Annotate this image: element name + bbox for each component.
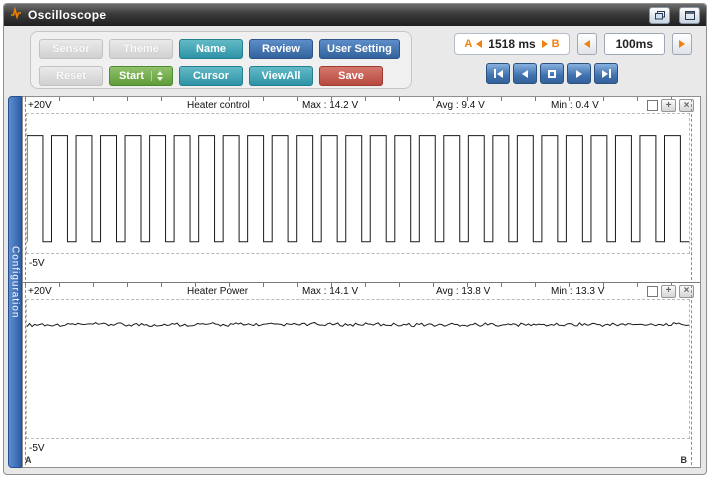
next-icon	[576, 69, 582, 78]
viewall-button[interactable]: ViewAll	[249, 66, 313, 86]
cursor-a-line[interactable]	[25, 99, 26, 280]
min-stat-label: Min : 0.4 V	[551, 100, 599, 111]
signal-name-label: Heater Power	[187, 285, 249, 297]
panel-select-checkbox[interactable]	[647, 285, 658, 297]
scope-panel-heater-control: +20V Heater control Max : 14.2 V Avg : 9…	[23, 97, 700, 282]
start-spinner-icon[interactable]	[151, 71, 164, 81]
oscilloscope-window: Oscilloscope Sensor Theme Name Review Us…	[3, 3, 707, 475]
previous-icon	[522, 69, 528, 78]
titlebar: Oscilloscope	[4, 4, 706, 26]
max-stat-label: Max : 14.2 V	[302, 100, 359, 111]
bottom-voltage-label: -5V	[29, 257, 45, 269]
max-stat-label: Max : 14.1 V	[302, 285, 359, 297]
cursor-span-readout: A 1518 ms B	[454, 33, 570, 55]
avg-stat-label: Avg : 9.4 V	[436, 100, 485, 111]
first-arrow-icon	[496, 69, 503, 78]
app-icon	[10, 6, 22, 24]
panel-zoom-button[interactable]: +	[661, 99, 676, 112]
main-area: Configuration +20V Heater control Max : …	[8, 96, 701, 468]
window-maximize-button[interactable]	[679, 6, 700, 24]
heater-control-trace	[27, 114, 689, 253]
configuration-tab[interactable]: Configuration	[8, 96, 22, 468]
window-title: Oscilloscope	[28, 8, 107, 22]
right-arrow-icon	[679, 40, 685, 48]
timebase-value[interactable]: 100ms	[603, 33, 665, 55]
step-back-button[interactable]	[513, 63, 537, 84]
cursor-b-label: B	[551, 38, 560, 50]
panel-controls: + ×	[647, 99, 694, 112]
cursor-a-line[interactable]	[25, 284, 26, 465]
transport-controls	[486, 63, 618, 84]
min-stat-label: Min : 13.3 V	[551, 285, 605, 297]
cursor-a-arrow-icon	[476, 40, 483, 48]
timebase-decrease-button[interactable]	[576, 33, 597, 55]
go-first-button[interactable]	[486, 63, 510, 84]
heater-power-trace	[27, 300, 689, 439]
top-voltage-label: +20V	[28, 285, 52, 297]
waveform-plot	[26, 298, 690, 439]
first-icon	[493, 69, 496, 78]
charts-container: +20V Heater control Max : 14.2 V Avg : 9…	[22, 96, 701, 468]
cursor-b-arrow-icon	[541, 40, 548, 48]
cursor-b-marker[interactable]: B	[681, 455, 688, 465]
last-icon	[608, 69, 611, 78]
button-group-box: Sensor Theme Name Review User Setting Re…	[30, 31, 412, 89]
step-forward-button[interactable]	[567, 63, 591, 84]
close-icon: ×	[683, 99, 690, 111]
cursor-b-line[interactable]	[691, 284, 692, 465]
toolbar: Sensor Theme Name Review User Setting Re…	[4, 26, 706, 96]
cursor-b-line[interactable]	[691, 99, 692, 280]
waveform-plot	[26, 113, 690, 254]
last-arrow-icon	[601, 69, 608, 78]
bottom-voltage-label: -5V	[29, 443, 45, 454]
user-setting-button[interactable]: User Setting	[319, 39, 400, 59]
cursor-a-marker[interactable]: A	[25, 455, 32, 465]
go-last-button[interactable]	[594, 63, 618, 84]
window-restore-icon	[654, 10, 665, 19]
plus-icon: +	[665, 285, 672, 296]
start-button[interactable]: Start	[109, 66, 173, 86]
panel-controls: + ×	[647, 284, 694, 298]
window-maximize-icon	[684, 10, 695, 20]
cursor-span-value: 1518 ms	[488, 37, 536, 51]
timebase-increase-button[interactable]	[672, 33, 692, 55]
stop-icon	[548, 69, 556, 78]
avg-stat-label: Avg : 13.8 V	[436, 285, 491, 297]
reset-button[interactable]: Reset	[39, 66, 103, 86]
theme-button[interactable]: Theme	[109, 39, 173, 59]
cursor-a-label: A	[464, 38, 473, 50]
cursor-button[interactable]: Cursor	[179, 66, 243, 86]
save-button[interactable]: Save	[319, 66, 383, 86]
review-button[interactable]: Review	[249, 39, 313, 59]
scope-panel-heater-power: +20V Heater Power Max : 14.1 V Avg : 13.…	[23, 281, 700, 468]
toolbar-row-2: Reset Start Cursor ViewAll Save	[39, 66, 411, 86]
panel-select-checkbox[interactable]	[647, 100, 658, 111]
plus-icon: +	[665, 99, 672, 111]
signal-name-label: Heater control	[187, 100, 250, 111]
name-button[interactable]: Name	[179, 39, 243, 59]
sensor-button[interactable]: Sensor	[39, 39, 103, 59]
start-button-label: Start	[118, 70, 145, 82]
close-icon: ×	[683, 285, 690, 296]
left-arrow-icon	[583, 40, 590, 48]
toolbar-row-1: Sensor Theme Name Review User Setting	[39, 39, 411, 59]
panel-zoom-button[interactable]: +	[661, 284, 676, 298]
top-voltage-label: +20V	[28, 100, 52, 111]
stop-button[interactable]	[540, 63, 564, 84]
time-controls: A 1518 ms B 100ms	[454, 33, 692, 55]
window-restore-button[interactable]	[649, 6, 670, 24]
